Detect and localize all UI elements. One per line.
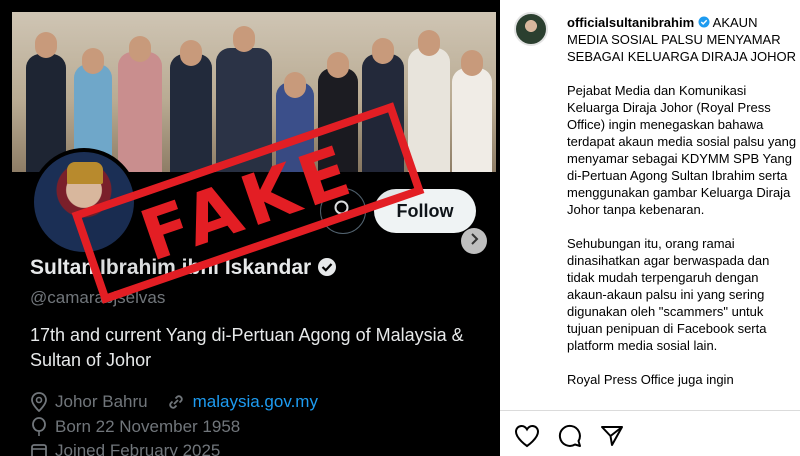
chevron-right-icon bbox=[468, 232, 480, 250]
post-caption: officialsultanibrahim AKAUN MEDIA SOSIAL… bbox=[567, 14, 800, 405]
caption-paragraph-3: Royal Press Office juga ingin bbox=[567, 372, 734, 387]
share-icon[interactable] bbox=[600, 424, 624, 448]
caption-paragraph-2: Sehubungan itu, orang ramai dinasihatkan… bbox=[567, 236, 770, 353]
caption-panel: officialsultanibrahim AKAUN MEDIA SOSIAL… bbox=[500, 0, 800, 456]
action-bar bbox=[514, 424, 624, 448]
verified-icon bbox=[698, 15, 710, 30]
link-icon bbox=[166, 392, 186, 412]
profile-joined-row: Joined February 2025 bbox=[30, 441, 220, 456]
profile-bio: 17th and current Yang di-Pertuan Agong o… bbox=[30, 325, 464, 370]
location-text: Johor Bahru bbox=[55, 392, 148, 411]
balloon-icon bbox=[30, 417, 48, 437]
next-image-button[interactable] bbox=[461, 228, 487, 254]
calendar-icon bbox=[30, 441, 48, 456]
website-link[interactable]: malaysia.gov.my bbox=[193, 392, 318, 412]
profile-birthday-row: Born 22 November 1958 bbox=[30, 417, 240, 437]
verified-icon bbox=[317, 257, 337, 283]
author-username[interactable]: officialsultanibrahim bbox=[567, 15, 694, 30]
post-image: Follow Sultan Ibrahim ibni Iskandar @cam… bbox=[0, 0, 500, 456]
caption-paragraph-1: Pejabat Media dan Komunikasi Keluarga Di… bbox=[567, 83, 797, 217]
comment-icon[interactable] bbox=[558, 424, 582, 448]
author-avatar[interactable] bbox=[514, 12, 548, 46]
location-icon bbox=[30, 392, 48, 412]
joined-text: Joined February 2025 bbox=[55, 441, 221, 456]
action-divider bbox=[500, 410, 800, 411]
birthday-text: Born 22 November 1958 bbox=[55, 417, 241, 436]
profile-location-row: Johor Bahru malaysia.gov.my bbox=[30, 392, 318, 412]
heart-icon[interactable] bbox=[514, 424, 540, 448]
